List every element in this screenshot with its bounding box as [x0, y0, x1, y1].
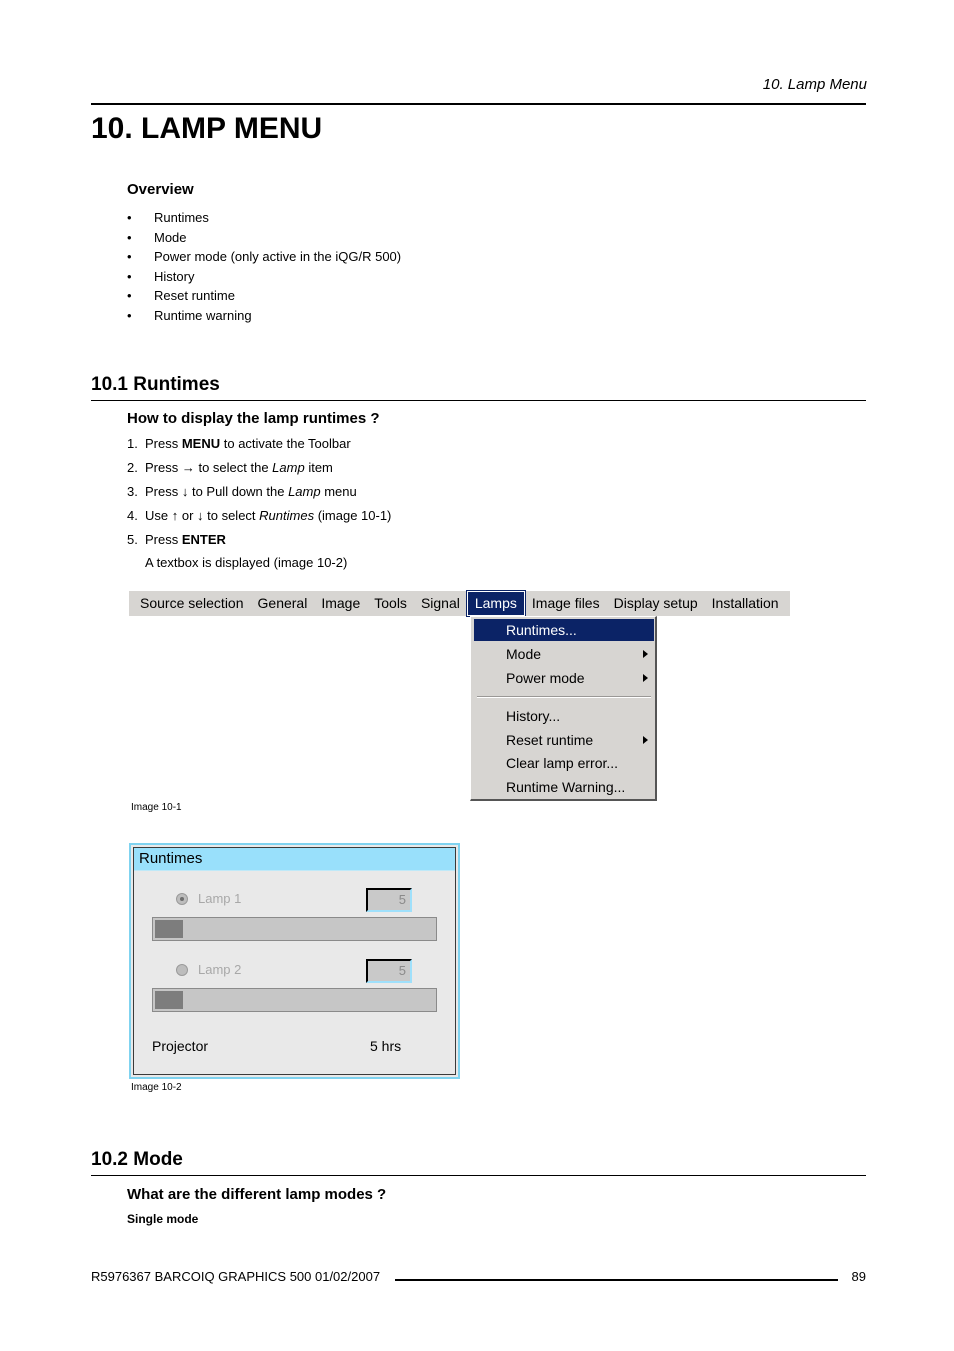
lamp1-value-field: 5 [366, 888, 412, 912]
lamp2-runtime-bar-fill [155, 991, 183, 1009]
list-item: • Runtimes [127, 208, 401, 228]
toolbar: Source selection General Image Tools Sig… [129, 590, 790, 617]
toolbar-item-tools[interactable]: Tools [367, 592, 414, 615]
menu-item-history[interactable]: History... [474, 705, 654, 727]
toolbar-item-general[interactable]: General [251, 592, 315, 615]
menu-item-clear-lamp-error[interactable]: Clear lamp error... [474, 752, 654, 774]
lamp2-label: Lamp 2 [198, 962, 242, 977]
lamp1-runtime-bar [152, 917, 437, 941]
menu-item-power-mode[interactable]: Power mode [474, 667, 654, 689]
list-item: • Runtime warning [127, 306, 401, 326]
list-item: • Reset runtime [127, 286, 401, 306]
dialog-body: Runtimes Lamp 1 5 Lamp 2 5 Projector 5 h… [133, 847, 456, 1075]
menu-item-mode[interactable]: Mode [474, 643, 654, 665]
lamp2-value-field: 5 [366, 959, 412, 983]
lamp1-label: Lamp 1 [198, 891, 242, 906]
projector-label: Projector [152, 1038, 209, 1054]
menu-item-runtime-warning[interactable]: Runtime Warning... [474, 776, 654, 798]
section-title-runtimes: 10.1 Runtimes [91, 374, 220, 395]
section-title-mode: 10.2 Mode [91, 1149, 183, 1170]
footer-rule [395, 1279, 838, 1281]
step-item: 1. Press MENU to activate the Toolbar [127, 436, 351, 451]
list-item: • Mode [127, 228, 401, 248]
toolbar-item-display-setup[interactable]: Display setup [607, 592, 705, 615]
menu-item-reset-runtime[interactable]: Reset runtime [474, 729, 654, 751]
running-header: 10. Lamp Menu [762, 76, 867, 93]
overview-title: Overview [127, 181, 194, 198]
step-item: 4. Use ↑ or ↓ to select Runtimes (image 1… [127, 508, 392, 523]
bullet-icon: • [127, 288, 132, 303]
lamps-dropdown-menu: Runtimes... Mode Power mode History... R… [470, 616, 657, 801]
section-rule [91, 1175, 866, 1176]
toolbar-item-lamps[interactable]: Lamps [465, 590, 526, 617]
runtimes-dialog: Runtimes Lamp 1 5 Lamp 2 5 Projector 5 h… [129, 843, 460, 1079]
footer-text: R5976367 BARCOIQ GRAPHICS 500 01/02/2007 [91, 1269, 381, 1284]
bullet-icon: • [127, 229, 132, 245]
chapter-title: 10. LAMP MENU [91, 112, 323, 145]
bullet-icon: • [127, 249, 132, 264]
subsection-title: What are the different lamp modes ? [127, 1186, 387, 1203]
toolbar-item-signal[interactable]: Signal [414, 592, 467, 615]
step-item: 2. Press → to select the Lamp item [127, 460, 333, 475]
dialog-title: Runtimes [134, 848, 455, 871]
radio-selected-dot-icon [180, 897, 184, 901]
lamp2-runtime-bar [152, 988, 437, 1012]
toolbar-item-installation[interactable]: Installation [705, 592, 786, 615]
subsection-title: How to display the lamp runtimes ? [127, 410, 380, 427]
minor-heading-single-mode: Single mode [127, 1212, 199, 1226]
submenu-arrow-icon [643, 650, 648, 658]
section-rule [91, 400, 866, 401]
list-item: • History [127, 267, 401, 287]
page-number: 89 [851, 1269, 866, 1284]
header-rule [91, 103, 866, 105]
menu-separator [477, 696, 651, 698]
list-item: • Power mode (only active in the iQG/R 50… [127, 247, 401, 267]
step-item: 3. Press ↓ to Pull down the Lamp menu [127, 484, 357, 499]
toolbar-item-source-selection[interactable]: Source selection [129, 592, 251, 615]
step-note: A textbox is displayed (image 10-2) [145, 555, 348, 570]
lamp1-runtime-bar-fill [155, 920, 183, 938]
lamp1-radio[interactable] [176, 893, 188, 905]
lamp2-radio[interactable] [176, 964, 188, 976]
submenu-arrow-icon [643, 674, 648, 682]
menu-item-runtimes[interactable]: Runtimes... [474, 619, 654, 641]
image-caption-10-1: Image 10-1 [131, 802, 182, 813]
toolbar-item-image-files[interactable]: Image files [525, 592, 607, 615]
overview-list: • Runtimes • Mode • Power mode (only active… [127, 208, 401, 325]
steps-list: 1. Press MENU to activate the Toolbar 2. P… [127, 434, 391, 554]
bullet-icon: • [127, 307, 132, 323]
bullet-icon: • [127, 268, 132, 284]
step-item: 5. Press ENTER [127, 532, 226, 547]
submenu-arrow-icon [643, 736, 648, 744]
bullet-icon: • [127, 210, 132, 225]
projector-runtime-value: 5 hrs [370, 1038, 402, 1054]
image-caption-10-2: Image 10-2 [131, 1082, 182, 1093]
toolbar-item-image[interactable]: Image [314, 592, 367, 615]
